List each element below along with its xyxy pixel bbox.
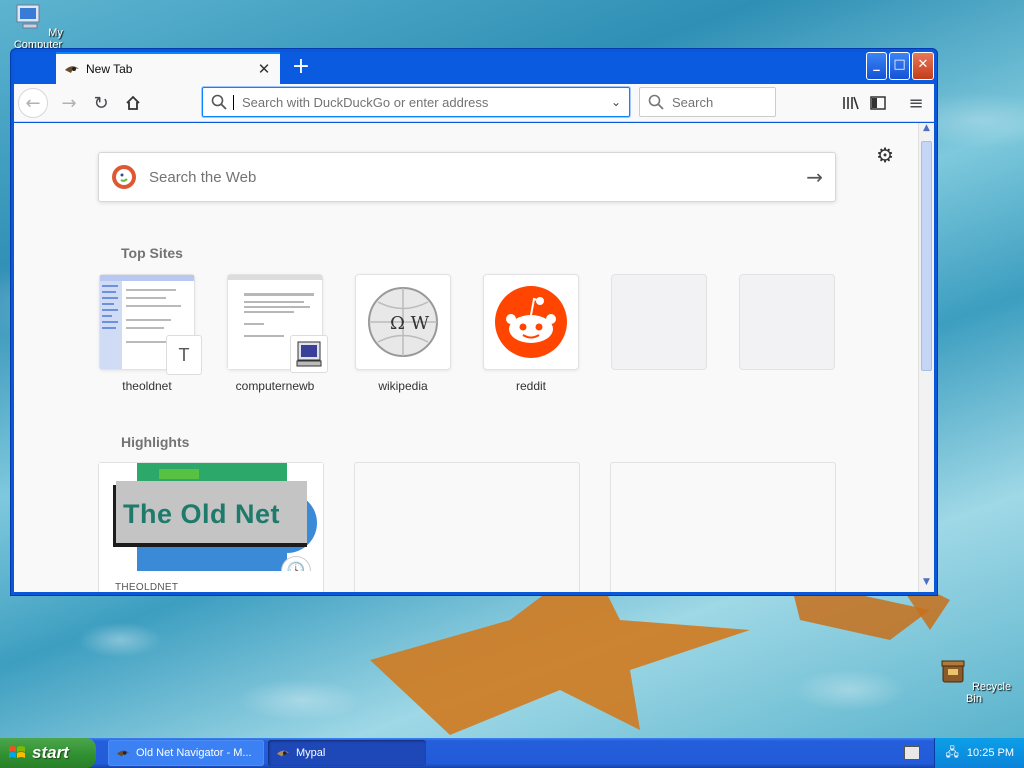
recycle-bin-label: Recycle Bin: [966, 681, 1012, 705]
minimize-button[interactable]: _: [866, 52, 887, 80]
forward-arrow-icon[interactable]: →: [54, 88, 84, 118]
top-sites-heading: Top Sites: [121, 245, 183, 261]
highlights-heading: Highlights: [121, 434, 190, 450]
my-computer-desktop-icon[interactable]: My Computer: [0, 2, 76, 51]
web-search-box[interactable]: Search the Web →: [98, 152, 836, 202]
scroll-up-arrow-icon[interactable]: ▲: [919, 123, 934, 138]
wikipedia-globe-icon: Ω W: [368, 287, 438, 357]
reddit-alien-icon: [495, 286, 567, 358]
window-controls: _ □ ✕: [866, 52, 934, 80]
scroll-down-arrow-icon[interactable]: ▼: [919, 577, 934, 592]
taskbar-item-old-net-navigator[interactable]: Old Net Navigator - M...: [108, 740, 264, 766]
mypal-app-icon: [276, 750, 290, 757]
top-site-tile-wikipedia[interactable]: Ω W: [355, 274, 451, 370]
browser-window: New Tab ✕ + _ □ ✕ ← → ↻ Search with Duck…: [10, 48, 938, 596]
recycle-bin-icon: [941, 660, 965, 683]
mypal-favicon-icon: [65, 66, 79, 73]
highlight-card-empty: [354, 462, 580, 592]
top-site-tile-computernewb[interactable]: [227, 274, 328, 373]
new-tab-plus-icon[interactable]: +: [288, 55, 314, 81]
recycle-bin-desktop-icon[interactable]: Recycle Bin: [936, 656, 1012, 705]
web-search-placeholder: Search the Web: [149, 168, 257, 186]
back-arrow-icon[interactable]: ←: [18, 88, 48, 118]
highlight-logo-text: The Old Net: [123, 499, 281, 529]
highlight-card-theoldnet[interactable]: The Old Net 🕓 THEOLDNET: [98, 462, 324, 592]
new-tab-page: ⚙ Search the Web → Top Sites T theoldnet…: [14, 123, 918, 592]
windows-logo-icon: [9, 746, 25, 758]
taskbar-item-label: Old Net Navigator - M...: [136, 747, 252, 759]
scrollbar-thumb[interactable]: [921, 141, 932, 371]
clock: 10:25 PM: [966, 747, 1014, 759]
search-icon: [648, 94, 664, 110]
tab-title: New Tab: [86, 62, 133, 76]
network-tray-icon[interactable]: 🖧: [946, 743, 959, 764]
sidebar-toggle-icon[interactable]: [863, 88, 893, 118]
taskbar: start Old Net Navigator - M... Mypal 🖧 1…: [0, 738, 1024, 768]
gear-icon[interactable]: ⚙: [876, 143, 894, 167]
chevron-down-icon[interactable]: ⌄: [611, 95, 621, 109]
system-tray: 🖧 10:25 PM: [934, 738, 1024, 768]
taskbar-item-label: Mypal: [296, 747, 326, 759]
taskbar-item-mypal[interactable]: Mypal: [268, 740, 426, 766]
home-icon[interactable]: [118, 88, 148, 118]
tab-bar: New Tab ✕ + _ □ ✕: [14, 52, 934, 84]
top-site-tile-empty[interactable]: [611, 274, 707, 370]
close-window-button[interactable]: ✕: [912, 52, 934, 80]
arrow-right-icon[interactable]: →: [806, 165, 823, 189]
top-site-tile-empty[interactable]: [739, 274, 835, 370]
top-site-tile-reddit[interactable]: [483, 274, 579, 370]
keyboard-tray-icon[interactable]: [904, 746, 920, 760]
computernewb-favicon-icon: [290, 335, 328, 373]
maximize-button[interactable]: □: [889, 52, 910, 80]
top-site-label-wikipedia: wikipedia: [378, 379, 428, 393]
close-tab-icon[interactable]: ✕: [256, 60, 272, 78]
duckduckgo-icon: [112, 165, 136, 189]
url-bar-placeholder: Search with DuckDuckGo or enter address: [233, 94, 611, 110]
mypal-app-icon: [116, 750, 130, 757]
vertical-scrollbar[interactable]: ▲ ▼: [918, 123, 934, 592]
reload-icon[interactable]: ↻: [86, 88, 116, 118]
highlight-card-empty: [610, 462, 836, 592]
top-site-label-computernewb: computernewb: [235, 379, 315, 393]
top-site-label-reddit: reddit: [515, 379, 547, 393]
search-icon: [211, 94, 227, 110]
start-button[interactable]: start: [0, 738, 96, 768]
url-bar[interactable]: Search with DuckDuckGo or enter address …: [202, 87, 630, 117]
highlight-source-label: THEOLDNET: [115, 582, 179, 592]
highlight-card-image: The Old Net 🕓: [99, 463, 323, 571]
tab-new-tab[interactable]: New Tab ✕: [56, 52, 280, 84]
toolbar-search-placeholder: Search: [672, 94, 714, 110]
library-icon[interactable]: [836, 88, 866, 118]
top-site-label-theoldnet: theoldnet: [122, 379, 172, 393]
start-label: start: [32, 743, 69, 762]
computer-icon: [16, 4, 40, 29]
theoldnet-letter-badge: T: [166, 335, 202, 375]
top-site-tile-theoldnet[interactable]: T: [99, 274, 202, 375]
hamburger-menu-icon[interactable]: ≡: [901, 88, 931, 118]
navigation-toolbar: ← → ↻ Search with DuckDuckGo or enter ad…: [14, 84, 934, 122]
svg-text:Ω W: Ω W: [390, 313, 430, 334]
toolbar-search-box[interactable]: Search: [639, 87, 776, 117]
